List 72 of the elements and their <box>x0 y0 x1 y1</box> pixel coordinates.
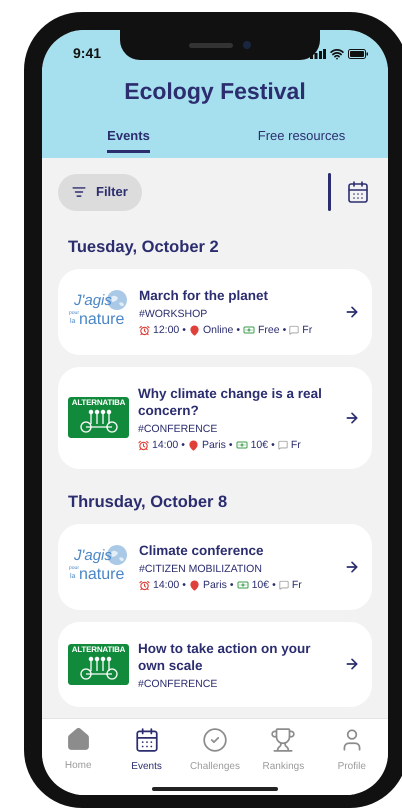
event-info: 14:00 <box>153 580 180 590</box>
separator: • <box>182 580 186 590</box>
calendar-button[interactable] <box>346 180 370 204</box>
event-title: Why climate change is a real concern? <box>138 384 323 418</box>
logo-text: ALTERNATIBA <box>72 646 126 654</box>
separator: • <box>271 440 275 450</box>
event-info: Fr <box>292 580 302 590</box>
alarm-clock-icon <box>139 324 150 336</box>
event-card[interactable]: ALTERNATIBA How to take action on your own scale #CONFERENCE <box>58 622 372 707</box>
event-info: 14:00 <box>152 440 178 450</box>
signal-icon <box>310 48 326 58</box>
event-info: 12:00 <box>153 325 180 336</box>
speech-bubble-icon <box>278 440 288 450</box>
event-info: Fr <box>302 325 312 336</box>
logo-text: ALTERNATIBA <box>72 399 126 408</box>
logo-text: nature <box>79 566 124 582</box>
event-info: Free <box>258 325 280 336</box>
nav-item[interactable]: Events <box>114 727 179 774</box>
filter-button[interactable]: Filter <box>58 174 142 210</box>
tandem-bike-icon <box>78 408 118 434</box>
separator: • <box>282 325 286 336</box>
arrow-right-icon[interactable] <box>344 410 360 426</box>
speech-bubble-icon <box>278 580 289 590</box>
check-circle-icon <box>202 727 228 753</box>
filter-icon <box>72 185 86 199</box>
tab[interactable]: Events <box>42 122 215 158</box>
pin-icon <box>188 324 200 336</box>
pin-icon <box>188 440 199 450</box>
separator: • <box>272 580 276 590</box>
date-heading: Tuesday, October 2 <box>67 239 220 256</box>
status-time: 9:41 <box>73 44 102 63</box>
event-info: Paris <box>202 440 226 450</box>
event-info: Paris <box>202 580 227 590</box>
event-info: 10€ <box>252 580 270 590</box>
banknote-icon <box>243 324 256 336</box>
alarm-clock-icon <box>138 440 149 450</box>
logo-text: J'agis <box>74 548 112 562</box>
tab[interactable]: Free resources <box>215 122 388 158</box>
trophy-icon <box>270 727 296 753</box>
alarm-clock-icon <box>139 580 150 591</box>
event-info: 10€ <box>250 440 268 450</box>
pin-icon <box>188 580 200 591</box>
banknote-icon <box>236 579 249 592</box>
event-card[interactable]: ALTERNATIBA Why climate change is a real concern? #CONFERENCE 14:00 • Paris • 10€ • Fr <box>58 366 372 469</box>
event-title: March for the planet <box>139 286 270 304</box>
logo-text: nature <box>79 312 124 328</box>
tandem-bike-icon <box>78 654 118 681</box>
arrow-right-icon[interactable] <box>344 558 360 574</box>
speech-bubble-icon <box>289 325 300 336</box>
wifi-icon <box>330 46 344 60</box>
event-tag: #CONFERENCE <box>138 678 335 689</box>
date-heading: Thrusday, October 8 <box>67 494 228 510</box>
separator: • <box>181 440 185 450</box>
event-info: Online <box>202 325 234 336</box>
separator: • <box>228 440 233 450</box>
event-tag: #WORKSHOP <box>139 308 335 320</box>
arrow-right-icon[interactable] <box>344 656 360 672</box>
event-tag: #CITIZEN MOBILIZATION <box>139 564 335 574</box>
calendar-icon <box>134 727 160 753</box>
banknote-icon <box>236 439 248 451</box>
event-title: How to take action on your own scale <box>138 640 312 674</box>
separator: • <box>236 325 240 336</box>
separator: • <box>182 325 186 336</box>
separator: • <box>230 580 234 590</box>
arrow-right-icon[interactable] <box>344 304 360 320</box>
logo-text: J'agis <box>74 292 112 308</box>
app-title: Ecology Festival <box>123 80 307 103</box>
home-icon <box>66 727 91 752</box>
event-tag: #CONFERENCE <box>138 424 335 434</box>
event-title: Climate conference <box>139 542 265 559</box>
battery-icon <box>348 48 368 58</box>
event-info: Fr <box>290 440 301 450</box>
